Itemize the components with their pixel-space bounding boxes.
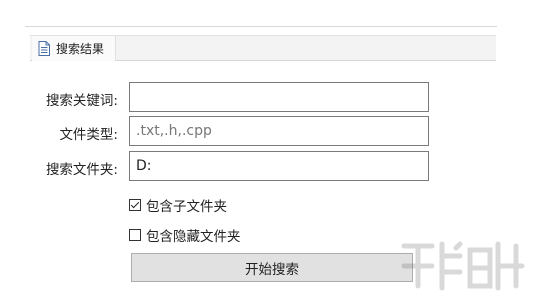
document-icon <box>38 41 50 56</box>
include-subfolders-option[interactable]: 包含子文件夹 <box>129 195 227 215</box>
include-subfolders-label: 包含子文件夹 <box>146 199 227 215</box>
folder-input[interactable]: D: <box>129 151 429 181</box>
tab-label: 搜索结果 <box>56 42 105 56</box>
file-type-input[interactable]: .txt,.h,.cpp <box>129 116 429 146</box>
top-divider <box>25 26 497 27</box>
include-hidden-option[interactable]: 包含隐藏文件夹 <box>129 225 241 245</box>
watermark-logo <box>401 241 525 291</box>
include-subfolders-checkbox[interactable] <box>129 199 141 211</box>
start-search-button[interactable]: 开始搜索 <box>131 253 413 282</box>
folder-label: 搜索文件夹: <box>45 162 118 178</box>
file-type-label: 文件类型: <box>59 127 118 143</box>
keyword-label: 搜索关键词: <box>45 93 118 109</box>
keyword-input[interactable] <box>129 82 429 112</box>
tab-bar: 搜索结果 <box>30 35 496 61</box>
tab-search-results[interactable]: 搜索结果 <box>32 36 116 61</box>
include-hidden-checkbox[interactable] <box>129 229 141 241</box>
include-hidden-label: 包含隐藏文件夹 <box>146 229 241 245</box>
